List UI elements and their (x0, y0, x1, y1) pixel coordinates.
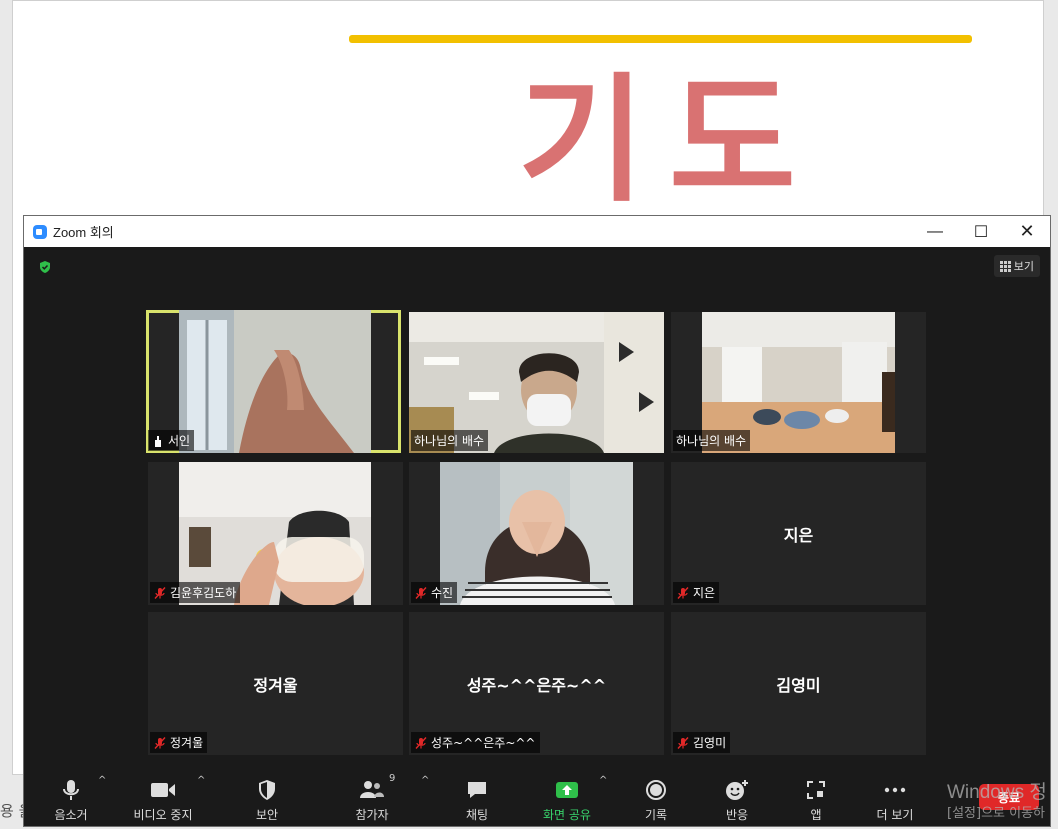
participant-name-label: 김영미 (673, 732, 731, 753)
participant-name-label: 수진 (411, 582, 458, 603)
participant-tile[interactable]: 하나님의 배수 (671, 312, 926, 453)
muted-mic-icon (677, 586, 689, 599)
audio-options-caret[interactable]: ^ (98, 775, 106, 786)
window-titlebar[interactable]: Zoom 회의 — ☐ ✕ (24, 216, 1050, 247)
participant-name-label: 정겨울 (150, 732, 208, 753)
close-button[interactable]: ✕ (1004, 216, 1050, 247)
record-icon (646, 780, 666, 800)
participant-tile[interactable]: 김영미 김영미 (671, 612, 926, 755)
video-camera-icon (151, 783, 175, 797)
stop-video-button[interactable]: 비디오 중지 (128, 777, 198, 823)
participant-name-label: 하나님의 배수 (673, 430, 751, 451)
hand-raise-icon (155, 435, 161, 447)
encryption-shield-icon[interactable] (38, 260, 52, 274)
view-button[interactable]: 보기 (993, 255, 1040, 277)
video-options-caret[interactable]: ^ (197, 775, 205, 786)
slide-title: 기도 (518, 60, 820, 221)
participant-tile[interactable]: 수진 (409, 462, 664, 605)
grid-view-icon (999, 261, 1011, 272)
microphone-icon (63, 780, 79, 800)
participants-icon (360, 781, 384, 798)
muted-mic-icon (154, 736, 166, 749)
participant-name-label: 김윤후김도하 (150, 582, 241, 603)
windows-activation-watermark: Windows 정 (947, 782, 1047, 803)
chat-bubble-icon (468, 782, 486, 798)
maximize-button[interactable]: ☐ (958, 216, 1004, 247)
view-button-label: 보기 (1013, 260, 1034, 273)
muted-mic-icon (154, 586, 166, 599)
participants-button[interactable]: 참가자 (337, 777, 407, 823)
participants-count: 9 (389, 773, 396, 784)
mute-button[interactable]: 음소거 (36, 777, 106, 823)
participant-tile[interactable]: 지은 지은 (671, 462, 926, 605)
participant-name-label: 서인 (148, 430, 195, 451)
participant-video-feed (179, 310, 371, 453)
participant-display-name: 김영미 (776, 676, 821, 695)
participant-tile[interactable]: 서인 (146, 310, 401, 453)
slide-accent-bar (349, 35, 972, 43)
participant-tile[interactable]: 김윤후김도하 (148, 462, 403, 605)
share-options-caret[interactable]: ^ (599, 775, 607, 786)
security-shield-icon (259, 780, 275, 800)
windows-activation-hint: [설정]으로 이동하 (947, 806, 1045, 821)
muted-mic-icon (415, 736, 427, 749)
participant-tile[interactable]: 하나님의 배수 (409, 312, 664, 453)
participant-display-name: 성주~^^은주~^^ (466, 676, 607, 695)
window-title: Zoom 회의 (53, 225, 114, 240)
muted-mic-icon (677, 736, 689, 749)
zoom-meeting-window: Zoom 회의 — ☐ ✕ 보기 서인 하나님의 배수 하나님의 배수 김윤후김… (23, 215, 1051, 827)
apps-button[interactable]: 앱 (781, 777, 851, 823)
share-screen-button[interactable]: 화면 공유 (532, 777, 602, 823)
participant-name-label: 지은 (673, 582, 720, 603)
participant-tile[interactable]: 성주~^^은주~^^ 성주~^^은주~^^ (409, 612, 664, 755)
share-screen-icon (556, 782, 578, 798)
reactions-button[interactable]: 반응 (702, 777, 772, 823)
participant-name-label: 하나님의 배수 (411, 430, 489, 451)
more-dots-icon (884, 787, 906, 793)
muted-mic-icon (415, 586, 427, 599)
security-button[interactable]: 보안 (232, 777, 302, 823)
participant-video-feed (440, 462, 633, 605)
zoom-logo-icon (33, 224, 47, 239)
participant-tile[interactable]: 정겨울 정겨울 (148, 612, 403, 755)
participants-options-caret[interactable]: ^ (421, 775, 429, 786)
more-button[interactable]: 더 보기 (860, 777, 930, 823)
minimize-button[interactable]: — (912, 216, 958, 247)
meeting-toolbar: 음소거 ^ 비디오 중지 ^ 보안 참가자 9 ^ 채팅 화면 공유 ^ 기록 … (24, 771, 1050, 826)
participant-name-label: 성주~^^은주~^^ (411, 732, 540, 753)
record-button[interactable]: 기록 (621, 777, 691, 823)
chat-button[interactable]: 채팅 (442, 777, 512, 823)
apps-icon (807, 781, 825, 799)
participant-display-name: 정겨울 (253, 676, 298, 695)
participant-display-name: 지은 (783, 526, 814, 545)
reaction-smiley-icon (726, 780, 748, 800)
